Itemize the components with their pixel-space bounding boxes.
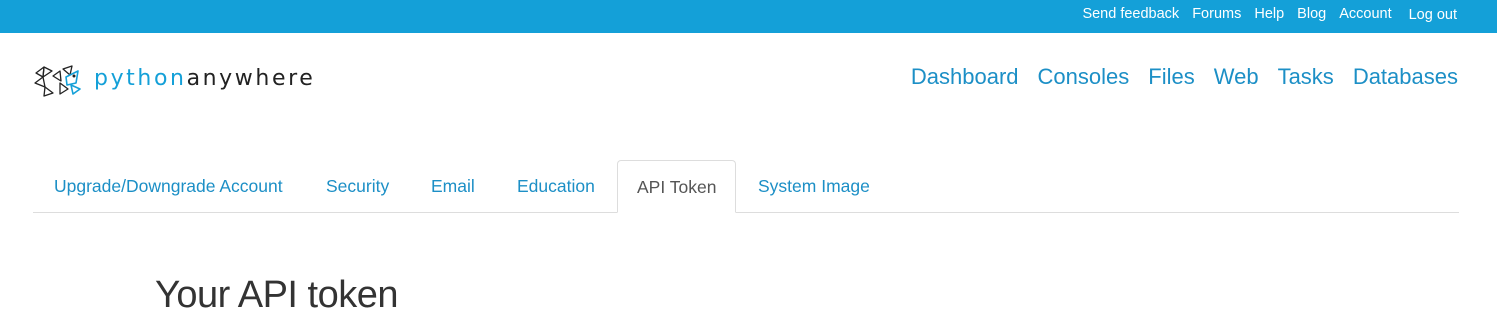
logo-text-anywhere: anywhere [186,66,316,91]
top-bar: Send feedback Forums Help Blog Account L… [0,0,1497,33]
top-bar-links: Send feedback Forums Help Blog Account L… [1082,5,1457,23]
nav-dashboard[interactable]: Dashboard [911,63,1019,91]
tab-security[interactable]: Security [326,160,389,213]
tab-education[interactable]: Education [517,160,595,213]
nav-tasks[interactable]: Tasks [1278,63,1334,91]
send-feedback-link[interactable]: Send feedback [1082,5,1179,23]
page-title: Your API token [155,274,399,316]
forums-link[interactable]: Forums [1192,5,1241,23]
tab-email[interactable]: Email [431,160,475,213]
nav-databases[interactable]: Databases [1353,63,1458,91]
account-link[interactable]: Account [1339,5,1391,23]
account-tabs: Upgrade/Downgrade Account Security Email… [33,160,1459,213]
blog-link[interactable]: Blog [1297,5,1326,23]
pythonanywhere-logo-icon [34,65,81,97]
tab-api-token[interactable]: API Token [617,160,737,213]
site-logo[interactable]: pythonanywhere [33,63,315,99]
main-nav: Dashboard Consoles Files Web Tasks Datab… [911,63,1458,91]
nav-files[interactable]: Files [1148,63,1194,91]
logo-text-python: python [94,66,187,91]
help-link[interactable]: Help [1254,5,1284,23]
logo-text: pythonanywhere [94,66,315,92]
nav-web[interactable]: Web [1214,63,1259,91]
logout-link[interactable]: Log out [1409,6,1457,24]
nav-consoles[interactable]: Consoles [1038,63,1130,91]
tab-system-image[interactable]: System Image [758,160,870,213]
tab-upgrade-downgrade-account[interactable]: Upgrade/Downgrade Account [54,160,283,213]
